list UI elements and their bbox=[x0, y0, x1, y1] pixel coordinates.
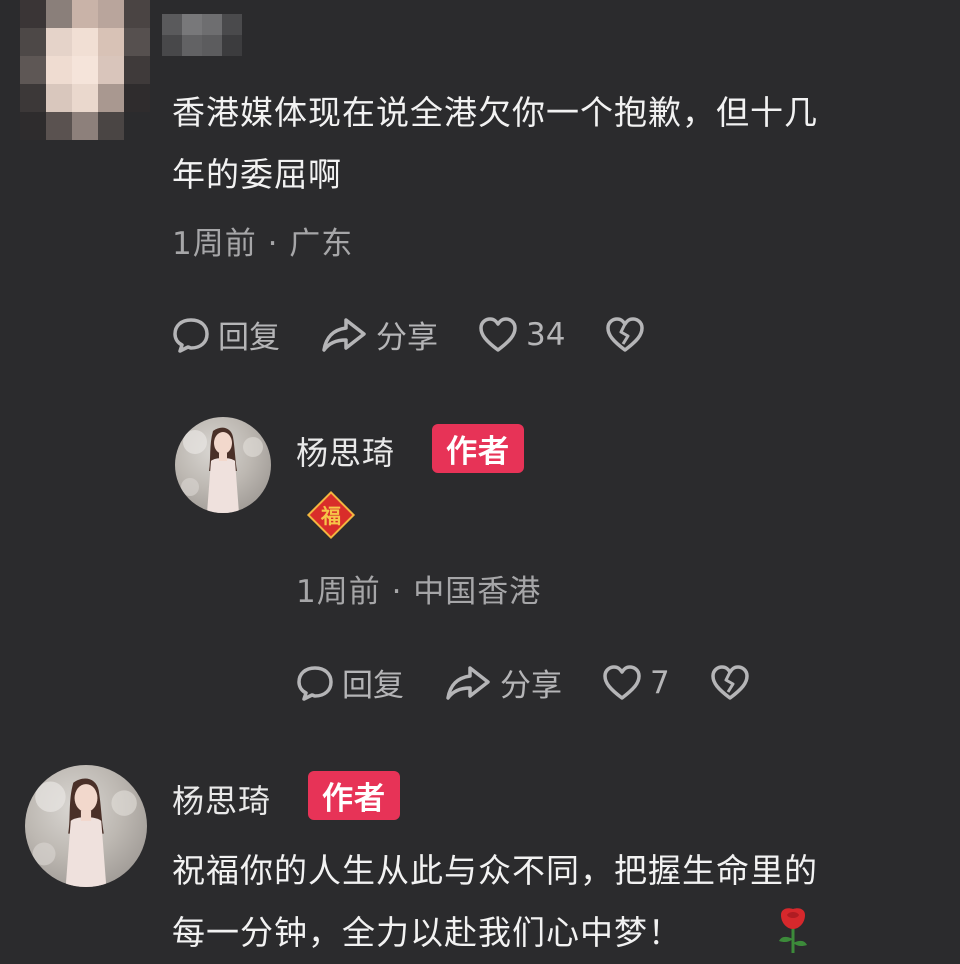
comment-text: 香港媒体现在说全港欠你一个抱歉，但十几 年的委屈啊 bbox=[172, 82, 932, 206]
comment-icon bbox=[173, 317, 209, 353]
heart-icon bbox=[479, 316, 517, 352]
reply-meta: 1周前 · 中国香港 bbox=[296, 574, 542, 610]
reply-label: 回复 bbox=[218, 320, 280, 356]
dislike-button[interactable] bbox=[710, 664, 758, 702]
author-badge: 作者 bbox=[308, 771, 400, 820]
broken-heart-icon bbox=[606, 316, 645, 352]
share-icon bbox=[446, 665, 490, 700]
username-blurred[interactable] bbox=[162, 14, 244, 56]
comment-meta: 1周前 · 广东 bbox=[172, 226, 354, 262]
avatar[interactable] bbox=[175, 417, 271, 513]
comment-text-line: 每一分钟，全力以赴我们心中梦！ bbox=[172, 913, 682, 952]
reply-button[interactable]: 回复 bbox=[296, 660, 404, 705]
reply-button[interactable]: 回复 bbox=[172, 312, 280, 357]
avatar-blurred[interactable] bbox=[20, 0, 150, 140]
rose-icon bbox=[773, 905, 813, 959]
broken-heart-icon bbox=[710, 664, 749, 700]
avatar-photo bbox=[32, 778, 137, 887]
like-button[interactable]: 7 bbox=[602, 664, 670, 702]
author-username[interactable]: 杨思琦 bbox=[296, 428, 395, 474]
author-badge: 作者 bbox=[432, 424, 524, 473]
share-icon bbox=[322, 317, 366, 352]
fu-sticker-icon: 福 bbox=[306, 490, 356, 540]
comment-actions: 回复 分享 34 bbox=[172, 312, 693, 357]
share-button[interactable]: 分享 bbox=[444, 660, 562, 705]
fu-char: 福 bbox=[320, 504, 341, 528]
share-button[interactable]: 分享 bbox=[320, 312, 438, 357]
author-username[interactable]: 杨思琦 bbox=[172, 776, 271, 822]
reply-label: 回复 bbox=[342, 668, 404, 704]
avatar-photo bbox=[181, 427, 263, 513]
comment-text-line: 香港媒体现在说全港欠你一个抱歉，但十几 bbox=[172, 93, 818, 132]
comment-text: 祝福你的人生从此与众不同，把握生命里的 每一分钟，全力以赴我们心中梦！ bbox=[172, 840, 942, 964]
comment-text-line: 年的委屈啊 bbox=[172, 155, 342, 194]
heart-icon bbox=[603, 664, 641, 700]
reply-actions: 回复 分享 7 bbox=[296, 660, 798, 705]
like-count: 7 bbox=[650, 664, 670, 701]
avatar[interactable] bbox=[25, 765, 147, 887]
comment-text-line: 祝福你的人生从此与众不同，把握生命里的 bbox=[172, 851, 818, 890]
share-label: 分享 bbox=[376, 320, 438, 356]
dislike-button[interactable] bbox=[605, 316, 653, 354]
comment-icon bbox=[297, 665, 333, 701]
like-button[interactable]: 34 bbox=[478, 316, 565, 354]
like-count: 34 bbox=[526, 316, 566, 353]
share-label: 分享 bbox=[500, 668, 562, 704]
